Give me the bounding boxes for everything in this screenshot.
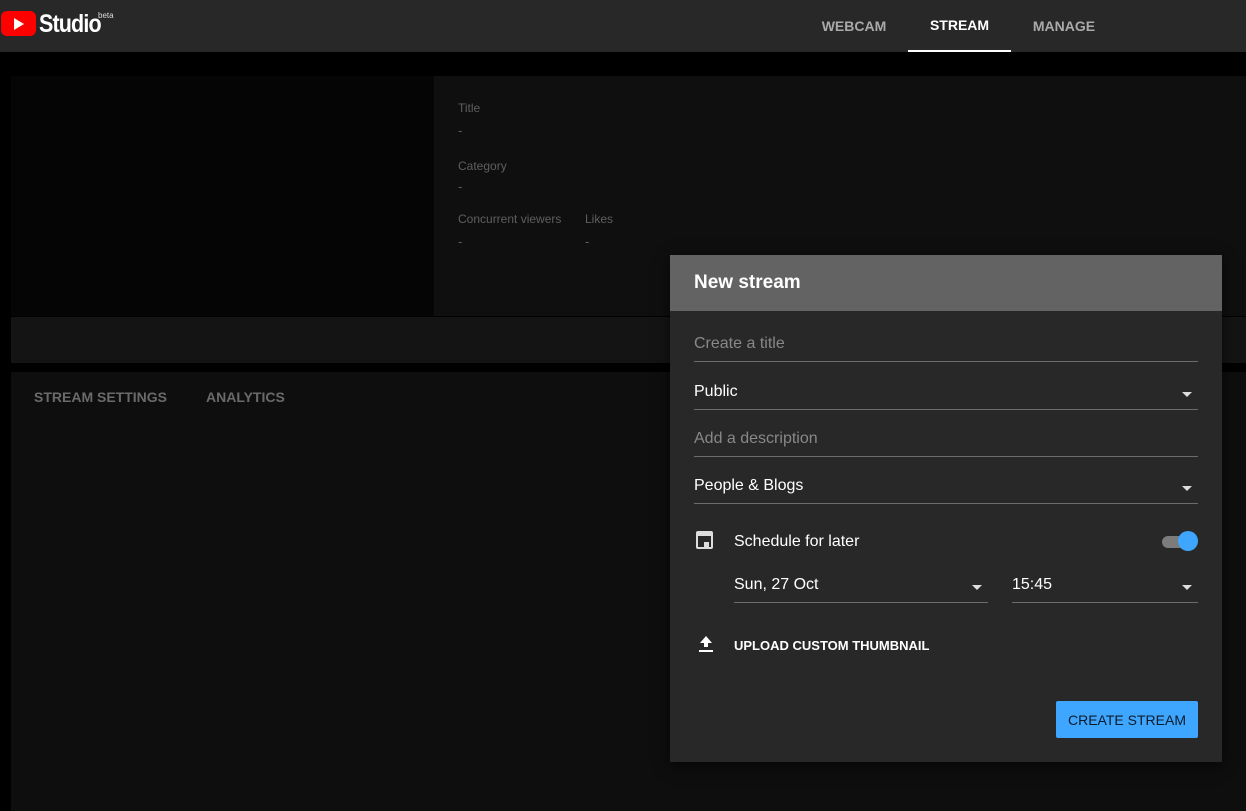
category-value: -	[458, 179, 463, 194]
toggle-knob	[1178, 531, 1198, 551]
tab-webcam[interactable]: WEBCAM	[806, 0, 902, 52]
viewers-value: -	[458, 234, 463, 249]
upload-icon	[698, 636, 714, 654]
title-placeholder: Create a title	[694, 335, 785, 352]
tab-manage[interactable]: MANAGE	[1017, 0, 1111, 52]
title-value: -	[458, 123, 463, 138]
title-label: Title	[458, 101, 481, 115]
dialog-title: New stream	[670, 255, 1222, 311]
schedule-label: Schedule for later	[734, 533, 860, 550]
time-value: 15:45	[1012, 576, 1053, 593]
privacy-select[interactable]: Public	[694, 383, 1198, 410]
chevron-down-icon	[1182, 392, 1192, 397]
schedule-toggle[interactable]	[1162, 531, 1198, 551]
schedule-row: Schedule for later	[694, 530, 1198, 554]
description-input[interactable]: Add a description	[694, 430, 1198, 457]
time-select[interactable]: 15:45	[1012, 576, 1198, 603]
chevron-down-icon	[1182, 486, 1192, 491]
date-value: Sun, 27 Oct	[734, 576, 819, 593]
category-select[interactable]: People & Blogs	[694, 477, 1198, 504]
create-stream-button[interactable]: CREATE STREAM	[1056, 701, 1198, 738]
likes-label: Likes	[585, 212, 614, 226]
description-placeholder: Add a description	[694, 430, 818, 447]
youtube-play-icon	[1, 11, 36, 36]
brand-name: Studio	[39, 10, 102, 38]
chevron-down-icon	[972, 585, 982, 590]
upload-label: UPLOAD CUSTOM THUMBNAIL	[734, 638, 930, 653]
tab-stream-settings[interactable]: STREAM SETTINGS	[34, 389, 167, 405]
likes-value: -	[585, 234, 590, 249]
new-stream-dialog: New stream Create a title Public Add a d…	[670, 255, 1222, 762]
top-bar: Studio beta WEBCAM STREAM MANAGE	[0, 0, 1246, 52]
chevron-down-icon	[1182, 585, 1192, 590]
date-select[interactable]: Sun, 27 Oct	[734, 576, 988, 603]
privacy-value: Public	[694, 383, 738, 400]
beta-badge: beta	[98, 11, 114, 20]
viewers-label: Concurrent viewers	[458, 212, 562, 226]
tab-stream[interactable]: STREAM	[908, 0, 1011, 52]
category-select-value: People & Blogs	[694, 477, 804, 494]
category-label: Category	[458, 159, 507, 173]
tab-analytics[interactable]: ANALYTICS	[206, 389, 285, 405]
calendar-icon	[696, 531, 713, 549]
title-input[interactable]: Create a title	[694, 335, 1198, 362]
stream-preview	[11, 76, 434, 316]
studio-logo[interactable]: Studio beta	[1, 10, 114, 38]
